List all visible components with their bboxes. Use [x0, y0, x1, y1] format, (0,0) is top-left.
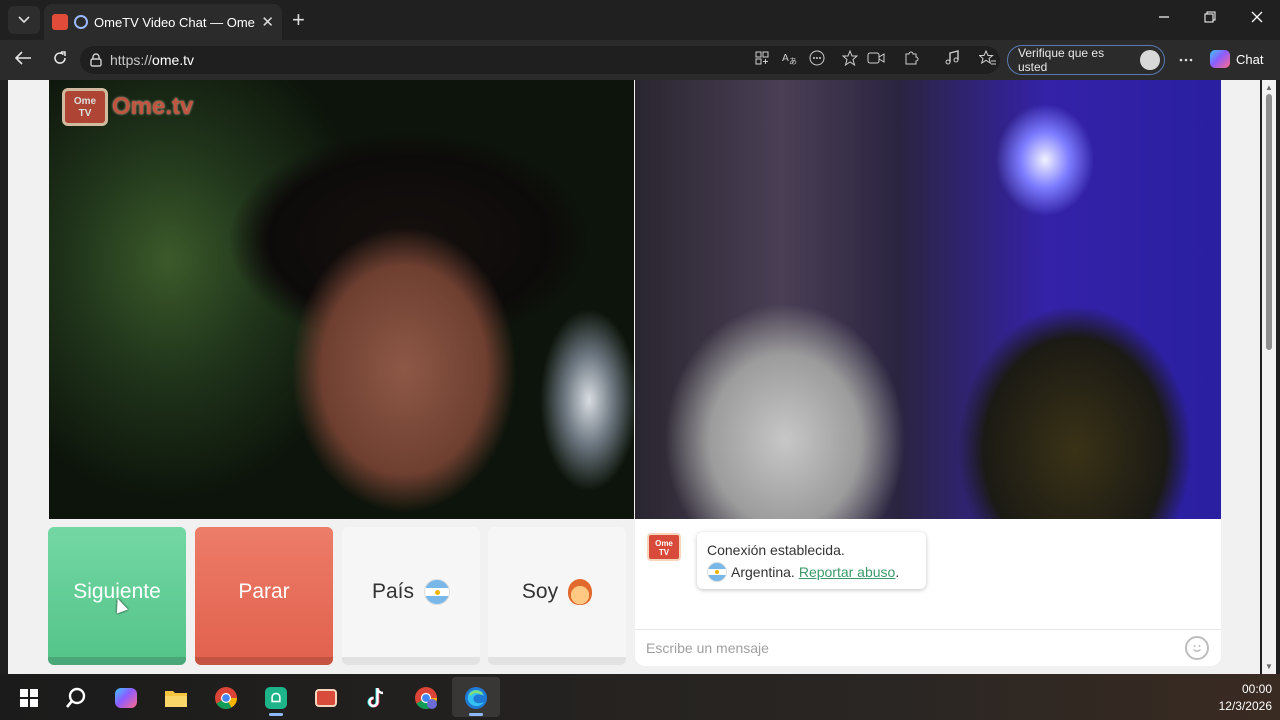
- running-indicator: [469, 713, 483, 716]
- emoji-smiley-icon[interactable]: [1185, 636, 1209, 660]
- camera-in-use-icon[interactable]: [867, 50, 885, 70]
- svg-text:A: A: [782, 53, 789, 64]
- url-scheme: https://: [110, 52, 153, 68]
- ometv-app-icon[interactable]: [313, 685, 339, 711]
- windows-taskbar: [0, 674, 1280, 720]
- extensions-puzzle-icon[interactable]: [903, 50, 919, 70]
- chevron-down-icon: [18, 16, 30, 24]
- tiktok-icon[interactable]: [363, 685, 389, 711]
- edge-browser-icon[interactable]: [463, 685, 489, 711]
- ometv-brand-text: Ome.tv: [112, 93, 194, 120]
- media-control-icon[interactable]: [944, 50, 960, 70]
- system-clock[interactable]: 00:00 12/3/2026: [1200, 681, 1272, 715]
- url-host: ome.tv: [152, 52, 195, 68]
- scroll-up-arrow-icon[interactable]: ▲: [1265, 83, 1273, 92]
- profile-avatar: [1140, 50, 1160, 70]
- svg-text:あ: あ: [789, 57, 797, 66]
- country-filter-button[interactable]: País: [342, 527, 480, 665]
- app-available-icon[interactable]: [754, 50, 770, 70]
- stop-button-label: Parar: [238, 580, 290, 603]
- ometv-chat-avatar-icon: Ome TV: [647, 533, 681, 561]
- translate-icon[interactable]: Aあ: [781, 50, 797, 70]
- copilot-icon: [1210, 50, 1230, 68]
- favorites-collection-icon[interactable]: [978, 49, 997, 70]
- connection-status-text: Conexión establecida.: [707, 542, 845, 558]
- windows-start-icon[interactable]: [16, 685, 42, 711]
- profile-verify-label: Verifique que es usted: [1018, 46, 1105, 74]
- stop-button[interactable]: Parar: [195, 527, 333, 665]
- profile-verify-button[interactable]: Verifique que es usted: [1007, 45, 1165, 75]
- soy-button-label: Soy: [521, 580, 559, 603]
- next-button[interactable]: Siguiente: [48, 527, 186, 665]
- close-window-icon[interactable]: [1251, 10, 1263, 27]
- ometv-logo: Ome TV Ome.tv: [62, 88, 193, 126]
- running-indicator: [269, 713, 283, 716]
- local-video-feed: [49, 80, 634, 519]
- argentina-flag-icon: [707, 562, 727, 582]
- page-scrollbar[interactable]: ▲ ▼: [1262, 80, 1276, 674]
- clock-time: 00:00: [1241, 682, 1272, 696]
- back-arrow-icon[interactable]: [14, 50, 32, 72]
- new-tab-button[interactable]: +: [292, 8, 305, 32]
- more-tools-icon[interactable]: [809, 50, 825, 70]
- chrome-icon[interactable]: [213, 685, 239, 711]
- tab-title: OmeTV Video Chat — Omegle: [94, 14, 256, 30]
- chrome-profile-icon[interactable]: [413, 685, 439, 711]
- gender-select-button[interactable]: Soy: [488, 527, 626, 665]
- report-period: .: [895, 564, 900, 580]
- settings-more-icon[interactable]: [1178, 52, 1194, 69]
- close-tab-icon[interactable]: ✕: [261, 13, 274, 31]
- file-explorer-icon[interactable]: [163, 685, 189, 711]
- country-button-label: País: [371, 580, 415, 603]
- teams-like-app-icon[interactable]: ᗝ: [263, 685, 289, 711]
- system-message-bubble: Conexión establecida. Argentina. Reporta…: [697, 532, 926, 589]
- scroll-down-arrow-icon[interactable]: ▼: [1265, 662, 1273, 671]
- tab-actions-menu-button[interactable]: [8, 6, 40, 34]
- chat-label: Chat: [1236, 51, 1264, 67]
- partner-country-text: Argentina.: [731, 564, 795, 580]
- lock-icon: [90, 53, 102, 67]
- address-bar[interactable]: https://ome.tv: [80, 46, 1000, 74]
- media-recording-icon: [74, 15, 88, 29]
- scrollbar-thumb[interactable]: [1266, 94, 1272, 350]
- ometv-favicon-icon: [52, 14, 68, 30]
- restore-icon[interactable]: [1204, 10, 1216, 27]
- boy-emoji-icon: [568, 579, 593, 605]
- active-tab[interactable]: OmeTV Video Chat — Omegle ✕: [44, 4, 282, 40]
- argentina-flag-icon: [424, 579, 451, 605]
- refresh-icon[interactable]: [52, 50, 68, 72]
- minimize-icon[interactable]: [1158, 10, 1170, 27]
- search-icon[interactable]: [63, 685, 89, 711]
- message-input[interactable]: [646, 638, 1166, 658]
- copilot-app-icon[interactable]: [113, 685, 139, 711]
- clock-date: 12/3/2026: [1218, 699, 1272, 713]
- favorite-star-icon[interactable]: [841, 49, 859, 70]
- report-abuse-link[interactable]: Reportar abuso: [799, 564, 896, 580]
- copilot-chat-button[interactable]: Chat: [1210, 50, 1263, 68]
- remote-video-feed: [635, 80, 1221, 519]
- ometv-tv-badge-icon: Ome TV: [62, 88, 108, 126]
